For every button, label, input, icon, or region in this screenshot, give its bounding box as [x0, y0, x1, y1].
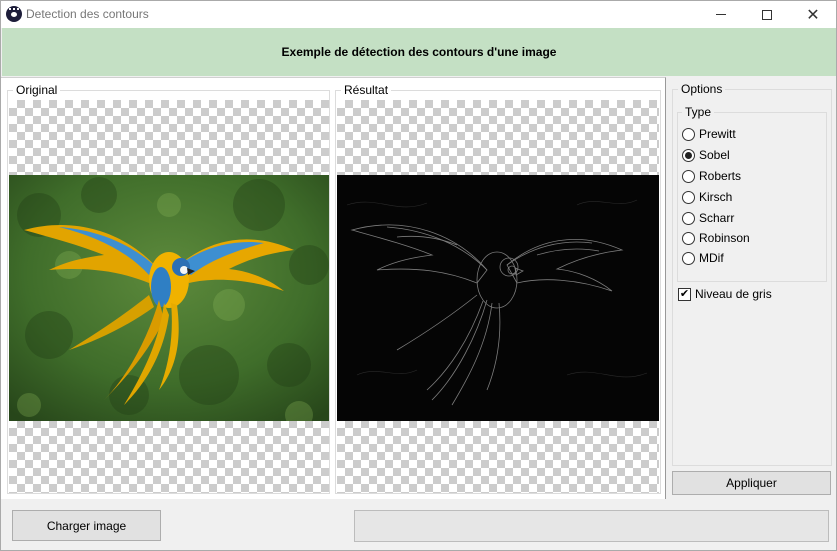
original-group: Original: [7, 83, 330, 494]
radio-icon[interactable]: [682, 190, 695, 204]
load-image-button[interactable]: Charger image: [12, 510, 161, 541]
grayscale-checkbox[interactable]: ✔: [678, 287, 691, 301]
radio-label: Scharr: [699, 211, 735, 225]
options-panel: Options Type Prewitt Sobel Roberts Kirsc…: [667, 77, 836, 499]
radio-icon[interactable]: [682, 211, 695, 225]
title-bar[interactable]: Detection des contours ✕: [1, 1, 836, 28]
apply-button[interactable]: Appliquer: [672, 471, 831, 495]
main-window: Detection des contours ✕ Exemple de déte…: [0, 0, 837, 551]
window-title: Detection des contours: [26, 7, 149, 21]
radio-label: MDif: [699, 251, 724, 265]
radio-sobel[interactable]: Sobel: [682, 146, 730, 164]
radio-prewitt[interactable]: Prewitt: [682, 125, 736, 143]
minimize-button[interactable]: [698, 1, 744, 28]
radio-label: Robinson: [699, 231, 750, 245]
radio-icon[interactable]: [682, 231, 695, 245]
parrot-photo: [9, 175, 329, 421]
result-image: [337, 175, 659, 421]
grayscale-label: Niveau de gris: [695, 287, 772, 301]
close-icon: ✕: [806, 4, 820, 24]
radio-icon[interactable]: [682, 127, 695, 141]
radio-robinson[interactable]: Robinson: [682, 229, 750, 247]
radio-label: Kirsch: [699, 190, 733, 204]
radio-icon[interactable]: [682, 251, 695, 265]
header-banner: Exemple de détection des contours d'une …: [2, 28, 836, 76]
minimize-icon: [716, 14, 726, 15]
original-image: [9, 175, 329, 421]
original-label: Original: [13, 83, 61, 97]
radio-label: Roberts: [699, 169, 742, 183]
options-label: Options: [678, 82, 726, 96]
type-label: Type: [682, 105, 715, 119]
edge-detected-photo: [337, 175, 659, 421]
radio-selected-icon[interactable]: [682, 148, 695, 162]
image-panes: Original Résultat: [1, 77, 666, 499]
type-group: Type Prewitt Sobel Roberts Kirsch Scharr…: [677, 105, 827, 282]
radio-kirsch[interactable]: Kirsch: [682, 188, 732, 206]
maximize-button[interactable]: [744, 1, 790, 28]
grayscale-checkbox-row[interactable]: ✔ Niveau de gris: [678, 287, 772, 301]
radio-label: Sobel: [699, 148, 730, 162]
radio-scharr[interactable]: Scharr: [682, 209, 734, 227]
checkmark-icon: ✔: [679, 287, 690, 300]
radio-mdif[interactable]: MDif: [682, 249, 724, 267]
result-label: Résultat: [341, 83, 392, 97]
radio-label: Prewitt: [699, 127, 736, 141]
paw-app-icon: [6, 6, 22, 22]
close-button[interactable]: ✕: [790, 1, 836, 28]
radio-icon[interactable]: [682, 169, 695, 183]
options-group: Options Type Prewitt Sobel Roberts Kirsc…: [672, 82, 832, 466]
progress-bar: [354, 510, 829, 542]
result-group: Résultat: [335, 83, 661, 494]
radio-roberts[interactable]: Roberts: [682, 167, 741, 185]
maximize-icon: [762, 9, 772, 20]
